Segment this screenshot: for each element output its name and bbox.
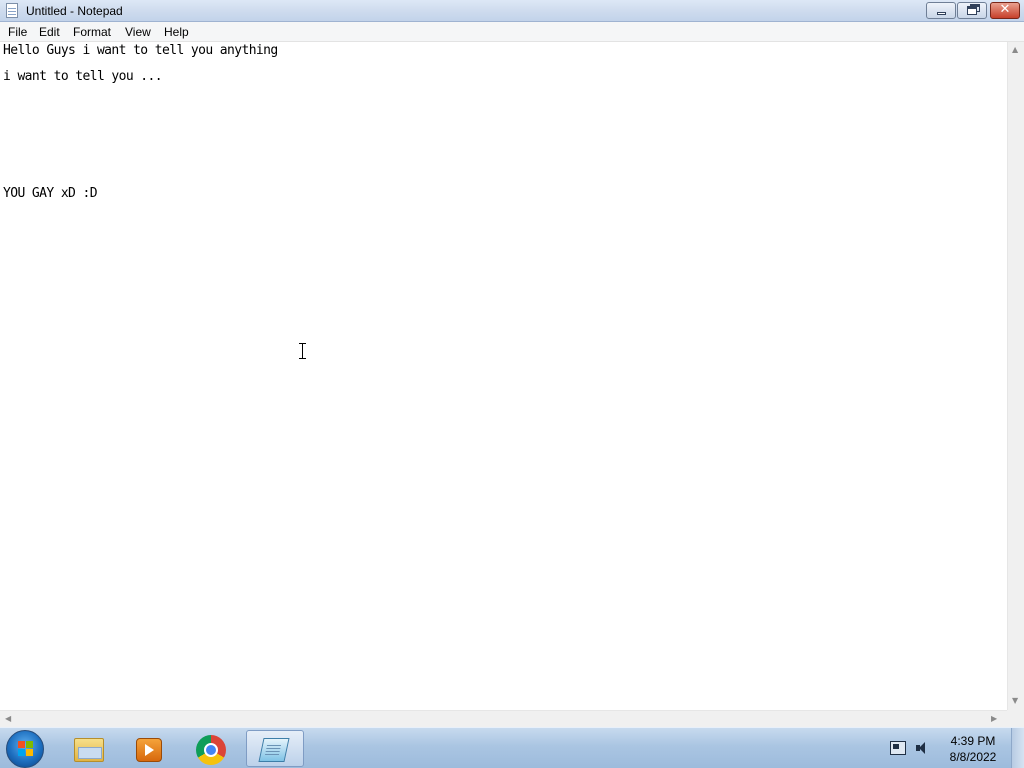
show-desktop-button[interactable] bbox=[1011, 728, 1024, 768]
menu-bar: File Edit Format View Help bbox=[0, 22, 1024, 42]
size-grip[interactable] bbox=[1007, 710, 1024, 727]
menu-format[interactable]: Format bbox=[72, 24, 112, 40]
media-player-icon bbox=[136, 738, 162, 762]
start-button[interactable] bbox=[6, 730, 44, 768]
windows-logo-icon bbox=[18, 741, 34, 757]
restore-icon bbox=[967, 6, 977, 15]
clock-date: 8/8/2022 bbox=[949, 750, 997, 764]
chrome-icon bbox=[196, 735, 226, 765]
window-title: Untitled - Notepad bbox=[26, 4, 123, 18]
vertical-scrollbar[interactable]: ▲ ▼ bbox=[1007, 42, 1024, 710]
menu-help[interactable]: Help bbox=[163, 24, 190, 40]
text-editor[interactable]: Hello Guys i want to tell you anything i… bbox=[0, 42, 1007, 710]
close-icon: ✕ bbox=[999, 2, 1011, 17]
minimize-button[interactable] bbox=[926, 2, 956, 19]
taskbar-chrome[interactable] bbox=[184, 730, 238, 767]
horizontal-scrollbar[interactable]: ◀ ▶ bbox=[0, 710, 1007, 727]
text-line: YOU GAY xD :D bbox=[3, 186, 98, 201]
menu-edit[interactable]: Edit bbox=[38, 24, 61, 40]
taskbar-explorer[interactable] bbox=[62, 730, 116, 767]
scroll-up-icon[interactable]: ▲ bbox=[1012, 45, 1018, 55]
windows-explorer-icon bbox=[74, 738, 104, 762]
minimize-icon bbox=[937, 12, 946, 15]
notepad-app-icon[interactable] bbox=[6, 3, 18, 18]
scroll-left-icon[interactable]: ◀ bbox=[5, 714, 11, 724]
scroll-down-icon[interactable]: ▼ bbox=[1012, 696, 1018, 706]
taskbar-media-player[interactable] bbox=[122, 730, 176, 767]
title-bar[interactable]: Untitled - Notepad ✕ bbox=[0, 0, 1024, 22]
taskbar-notepad[interactable] bbox=[246, 730, 304, 767]
menu-file[interactable]: File bbox=[7, 24, 28, 40]
volume-icon[interactable] bbox=[915, 741, 931, 755]
text-cursor-icon bbox=[298, 343, 307, 359]
network-icon[interactable] bbox=[890, 741, 906, 755]
scroll-right-icon[interactable]: ▶ bbox=[991, 714, 997, 724]
system-clock[interactable]: 4:39 PM 8/8/2022 bbox=[938, 733, 1008, 765]
text-line: i want to tell you ... bbox=[3, 69, 163, 84]
menu-view[interactable]: View bbox=[124, 24, 152, 40]
notepad-icon bbox=[258, 738, 290, 762]
close-button[interactable]: ✕ bbox=[990, 2, 1020, 19]
clock-time: 4:39 PM bbox=[950, 734, 996, 748]
text-line: Hello Guys i want to tell you anything bbox=[3, 43, 278, 58]
taskbar: 4:39 PM 8/8/2022 bbox=[0, 727, 1024, 768]
restore-button[interactable] bbox=[957, 2, 987, 19]
